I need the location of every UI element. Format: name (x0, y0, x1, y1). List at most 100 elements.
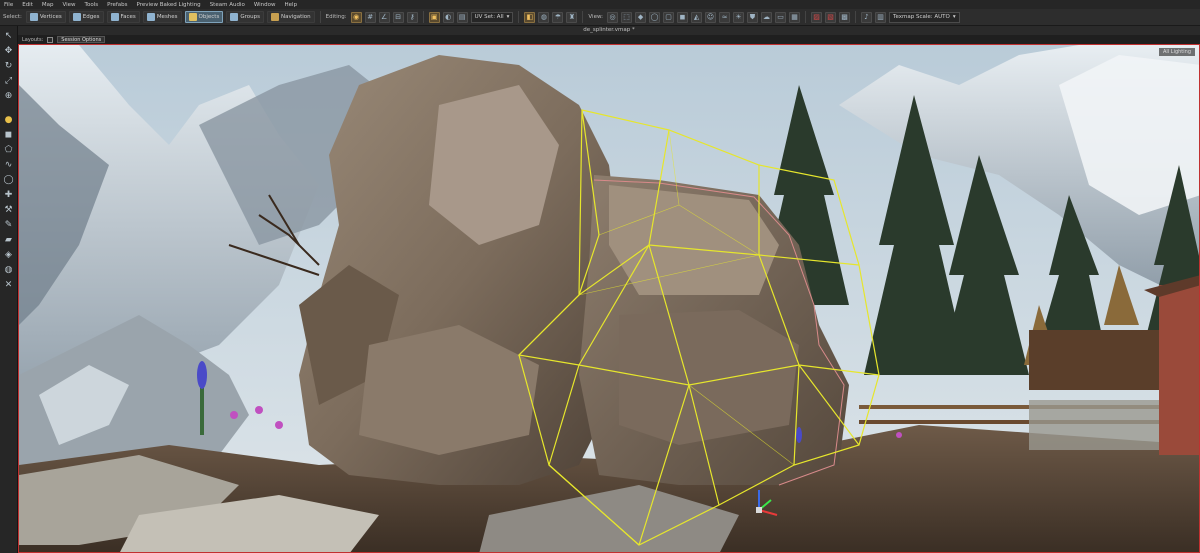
path-tool-icon[interactable]: ∿ (3, 159, 15, 171)
toolbar-divider (805, 11, 807, 23)
select-mode-edges-button[interactable]: Edges (68, 11, 104, 23)
block-tool-icon[interactable]: ◼ (3, 129, 15, 141)
cube-icon[interactable]: ◼ (677, 11, 689, 23)
visibility-icon[interactable]: ◎ (607, 11, 619, 23)
light-tool-icon[interactable]: ● (3, 114, 15, 126)
chevron-down-icon: ▾ (506, 14, 510, 20)
figure-icon[interactable]: ☺ (705, 11, 717, 23)
material-icon[interactable]: ◐ (442, 11, 454, 23)
collision-icon[interactable]: ▧ (825, 11, 837, 23)
texmap-scale-select[interactable]: Texmap Scale: AUTO ▾ (889, 11, 960, 23)
menu-bar: File Edit Map View Tools Prefabs Preview Baked… (0, 0, 1200, 9)
entity-tool-icon[interactable]: ✚ (3, 189, 15, 201)
lighting-mode-badge[interactable]: All Lighting (1159, 48, 1195, 56)
log-pile (1029, 330, 1159, 390)
polygon-tool-icon[interactable]: ⬠ (3, 144, 15, 156)
menu-item-map[interactable]: Map (42, 2, 54, 8)
edges-icon (72, 13, 81, 21)
ring-icon[interactable]: ◯ (649, 11, 661, 23)
menu-item-preview-baked-lighting[interactable]: Preview Baked Lighting (137, 2, 201, 8)
selection-mode-group: Vertices Edges Faces Meshes Objects Groups Nav… (25, 11, 315, 23)
menu-item-file[interactable]: File (4, 2, 13, 8)
groups-icon (230, 13, 239, 21)
session-options-dropdown[interactable]: Session Options (57, 36, 106, 43)
select-mode-objects-button[interactable]: Objects (184, 11, 224, 23)
uv-set-value: UV Set: All (474, 14, 504, 20)
toolbar-divider (582, 11, 584, 23)
shield-icon[interactable]: ⛊ (747, 11, 759, 23)
uv-set-select[interactable]: UV Set: All ▾ (470, 11, 514, 23)
select-mode-label: Navigation (280, 14, 311, 20)
texture-lock-icon[interactable]: ▣ (428, 11, 440, 23)
rotate-tool-icon[interactable]: ↻ (3, 60, 15, 72)
menu-item-window[interactable]: Window (254, 2, 276, 8)
pivot-tool-icon[interactable]: ⊕ (3, 90, 15, 102)
bounds-icon[interactable]: ▢ (663, 11, 675, 23)
hatch-icon[interactable]: ▨ (811, 11, 823, 23)
layout-checkbox[interactable] (47, 36, 54, 43)
select-mode-groups-button[interactable]: Groups (226, 11, 264, 23)
texture-tool-icon[interactable]: ▰ (3, 234, 15, 246)
select-mode-faces-button[interactable]: Faces (106, 11, 140, 23)
menu-item-help[interactable]: Help (285, 2, 298, 8)
meshes-icon (146, 13, 155, 21)
select-mode-vertices-button[interactable]: Vertices (25, 11, 66, 23)
editing-label: Editing: (325, 14, 347, 20)
light-icon[interactable]: ☀ (733, 11, 745, 23)
ruler-icon[interactable]: ⊟ (392, 11, 404, 23)
water-icon[interactable]: ≈ (719, 11, 731, 23)
pivot-icon[interactable]: ◉ (350, 11, 362, 23)
overlay-tool-icon[interactable]: ✕ (3, 279, 15, 291)
select-mode-navigation-button[interactable]: Navigation (266, 11, 315, 23)
texmap-scale-value: Texmap Scale: AUTO (893, 14, 950, 20)
texmap-icon[interactable]: ▥ (875, 11, 887, 23)
grid-snap-icon[interactable]: # (364, 11, 376, 23)
lock-icon[interactable]: ⚷ (406, 11, 418, 23)
decal-tool-icon[interactable]: ◈ (3, 249, 15, 261)
tool-palette: ↖ ✥ ↻ ⤢ ⊕ ● ◼ ⬠ ∿ ◯ ✚ ⚒ ✎ ▰ ◈ ◍ ✕ (0, 26, 18, 553)
uv-icon[interactable]: ▤ (456, 11, 468, 23)
select-mode-label: Objects (198, 14, 220, 20)
drop-icon[interactable]: ◭ (691, 11, 703, 23)
grid-icon[interactable]: ▩ (839, 11, 851, 23)
sphere-tool-icon[interactable]: ◍ (3, 264, 15, 276)
chevron-down-icon: ▾ (952, 14, 956, 20)
entity-icon[interactable]: ♜ (566, 11, 578, 23)
toolbar-divider (855, 11, 857, 23)
overlay-icon[interactable]: ▦ (789, 11, 801, 23)
select-mode-label: Groups (240, 14, 260, 20)
clip-tool-icon[interactable]: ◯ (3, 174, 15, 186)
move-tool-icon[interactable]: ✥ (3, 45, 15, 57)
select-mode-label: Faces (120, 14, 136, 20)
menu-item-view[interactable]: View (62, 2, 75, 8)
shaded-icon[interactable]: ◆ (635, 11, 647, 23)
menu-item-prefabs[interactable]: Prefabs (107, 2, 127, 8)
wireframe-icon[interactable]: ⬚ (621, 11, 633, 23)
select-mode-label: Vertices (39, 14, 62, 20)
scale-tool-icon[interactable]: ⤢ (3, 75, 15, 87)
knife-tool-icon[interactable]: ⚒ (3, 204, 15, 216)
select-mode-label: Meshes (156, 14, 178, 20)
select-mode-label: Edges (82, 14, 100, 20)
main-toolbar: Select: Vertices Edges Faces Meshes Objects G… (0, 9, 1200, 26)
layouts-label: Layouts: (22, 36, 44, 43)
angle-snap-icon[interactable]: ∠ (378, 11, 390, 23)
document-tab[interactable]: de_splinter.vmap * (18, 26, 1200, 35)
menu-item-tools[interactable]: Tools (85, 2, 99, 8)
view-label: View: (588, 14, 604, 20)
select-mode-label: Select: (3, 14, 22, 20)
menu-item-edit[interactable]: Edit (22, 2, 33, 8)
menu-item-steam-audio[interactable]: Steam Audio (210, 2, 245, 8)
monitor-icon[interactable]: ▭ (775, 11, 787, 23)
select-tool-icon[interactable]: ↖ (3, 30, 15, 42)
audio-icon[interactable]: ♪ (861, 11, 873, 23)
3d-viewport[interactable]: All Lighting (18, 44, 1200, 553)
lighting-icon[interactable]: ☂ (552, 11, 564, 23)
camera-icon[interactable]: ◧ (524, 11, 536, 23)
render-icon[interactable]: ◍ (538, 11, 550, 23)
paint-tool-icon[interactable]: ✎ (3, 219, 15, 231)
faces-icon (110, 13, 119, 21)
fog-icon[interactable]: ☁ (761, 11, 773, 23)
scene-render (19, 45, 1199, 552)
select-mode-meshes-button[interactable]: Meshes (142, 11, 182, 23)
